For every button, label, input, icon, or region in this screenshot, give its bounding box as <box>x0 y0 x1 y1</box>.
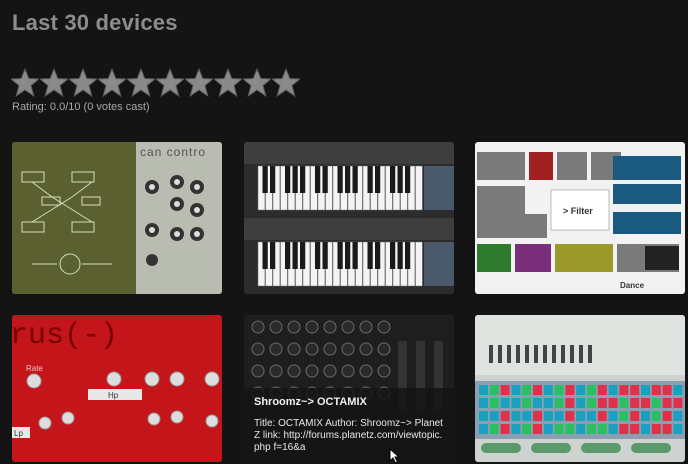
label-rate: Rate <box>26 364 43 373</box>
thumbnail-image: > Filter Dance <box>475 142 685 294</box>
tooltip-body: Title: OCTAMIX Author: Shroomz~> Planet … <box>254 418 443 453</box>
thumbnail-caption: rus(-) <box>12 319 118 353</box>
label-lp: Lp <box>14 429 23 438</box>
thumbnail-image: rus(-) Rate Hp Lp <box>12 315 222 462</box>
rating-text: Rating: 0.0/10 (0 votes cast) <box>12 101 150 113</box>
thumbnail-caption: > Filter <box>563 206 593 216</box>
rating-star-icon[interactable] <box>69 68 97 98</box>
rating-star-icon[interactable] <box>11 68 39 98</box>
thumbnail-image <box>475 315 685 462</box>
thumbnail-image: can contro <box>12 142 222 294</box>
device-thumbnail-keyboard[interactable] <box>244 142 454 294</box>
rating-star-icon[interactable] <box>243 68 271 98</box>
thumbnail-image <box>244 142 454 294</box>
rating-star-icon[interactable] <box>98 68 126 98</box>
rating-star-icon[interactable] <box>272 68 300 98</box>
rating-stars[interactable] <box>11 68 300 98</box>
device-thumbnail-can-control[interactable]: can contro <box>12 142 222 294</box>
device-tooltip: Shroomz~> OCTAMIX Title: OCTAMIX Author:… <box>244 388 456 462</box>
rating-star-icon[interactable] <box>185 68 213 98</box>
rating-star-icon[interactable] <box>156 68 184 98</box>
label-hp: Hp <box>108 391 119 400</box>
tooltip-title: Shroomz~> OCTAMIX <box>254 396 367 408</box>
rating-star-icon[interactable] <box>127 68 155 98</box>
device-thumbnail-filter[interactable]: > Filter Dance <box>475 142 685 294</box>
thumbnail-caption: can contro <box>140 145 206 159</box>
page-title: Last 30 devices <box>12 10 178 35</box>
device-thumbnail-red[interactable]: rus(-) Rate Hp Lp <box>12 315 222 462</box>
rating-star-icon[interactable] <box>214 68 242 98</box>
thumbnail-footer: Dance <box>620 281 645 290</box>
device-thumbnail-sequencer[interactable] <box>475 315 685 462</box>
rating-star-icon[interactable] <box>40 68 68 98</box>
